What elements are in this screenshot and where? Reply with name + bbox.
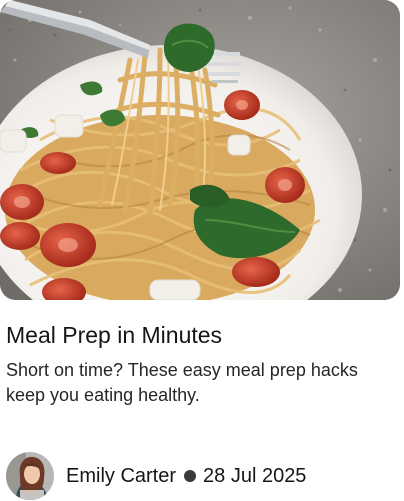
- author-byline: Emily Carter 28 Jul 2025: [6, 452, 306, 500]
- article-card[interactable]: Meal Prep in Minutes Short on time? Thes…: [0, 0, 404, 501]
- avatar-icon: [6, 452, 54, 500]
- article-title[interactable]: Meal Prep in Minutes: [6, 320, 222, 350]
- publish-date: 28 Jul 2025: [203, 464, 307, 487]
- author-name[interactable]: Emily Carter: [66, 465, 176, 488]
- article-description: Short on time? These easy meal prep hack…: [6, 360, 358, 405]
- avatar-photo[interactable]: [6, 452, 54, 500]
- dot-separator-icon: [184, 470, 197, 482]
- spaghetti-photo: [0, 0, 400, 300]
- hero-image[interactable]: [0, 0, 400, 300]
